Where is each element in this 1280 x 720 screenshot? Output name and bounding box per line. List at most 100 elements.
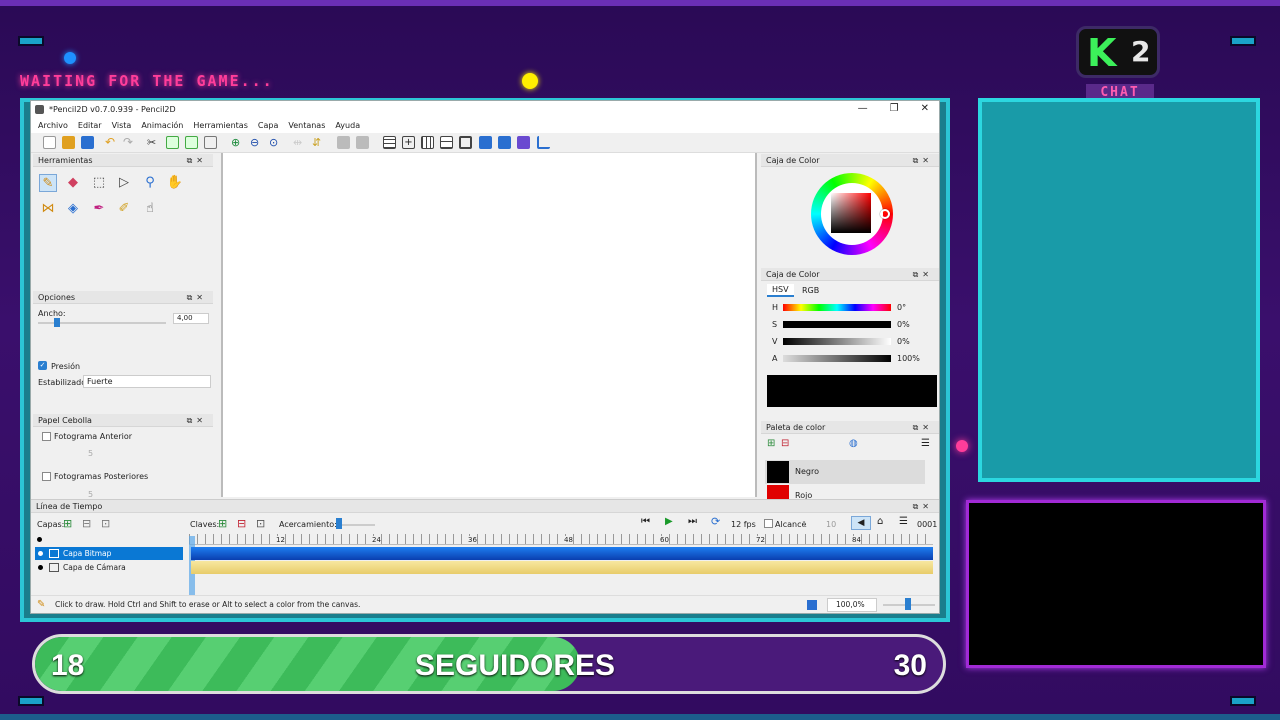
golden-ratio-icon[interactable]	[440, 136, 453, 149]
pencil-tool-icon[interactable]: ✎	[39, 174, 57, 192]
add-layer-icon[interactable]: ⊞	[63, 517, 72, 530]
zoom-slider-handle[interactable]	[905, 598, 911, 610]
next-frame-value[interactable]: 5	[88, 490, 93, 499]
menu-vista[interactable]: Vista	[112, 118, 132, 133]
width-value-field[interactable]: 4,00	[173, 313, 209, 324]
onion-skin-next-icon[interactable]	[356, 136, 369, 149]
move-tool-icon[interactable]: ▷	[115, 174, 133, 192]
polyline-tool-icon[interactable]: ⋈	[39, 200, 57, 218]
range-end[interactable]: 10	[826, 520, 836, 529]
flip-horizontal-icon[interactable]: ⇹	[293, 136, 306, 149]
sound-toggle-icon[interactable]: ◀	[851, 516, 871, 530]
palette-item[interactable]: Negro	[765, 460, 925, 484]
bitmap-layer-track[interactable]	[191, 547, 933, 560]
pressure-checkbox[interactable]: ✓	[38, 361, 47, 370]
panel-float-close-icon[interactable]: ⧉✕	[187, 414, 207, 427]
thirds-guide-icon[interactable]	[421, 136, 434, 149]
remove-layer-icon[interactable]: ⊟	[82, 517, 91, 530]
brush-tool-icon[interactable]: ✐	[115, 200, 133, 218]
layer-row[interactable]: Capa Bitmap	[35, 547, 183, 560]
layer-visibility-icon[interactable]	[38, 551, 43, 556]
mirror-vertical-icon[interactable]	[498, 136, 511, 149]
timeline-ruler[interactable]	[189, 534, 933, 545]
loop-icon[interactable]: ⟳	[711, 515, 720, 528]
mirror-icon[interactable]	[479, 136, 492, 149]
value-slider[interactable]	[783, 338, 891, 345]
panel-float-close-icon[interactable]: ⧉✕	[913, 268, 933, 281]
safe-area-icon[interactable]	[459, 136, 472, 149]
eyedropper-tool-icon[interactable]: ⚲	[141, 174, 159, 192]
bucket-tool-icon[interactable]: ◈	[64, 200, 82, 218]
duplicate-key-icon[interactable]: ⊡	[256, 517, 265, 530]
menu-editar[interactable]: Editar	[78, 118, 102, 133]
palette-menu-icon[interactable]: ☰	[921, 438, 930, 449]
panel-float-close-icon[interactable]: ⧉✕	[187, 291, 207, 304]
copy-icon[interactable]	[166, 136, 179, 149]
perspective-icon[interactable]	[537, 136, 550, 149]
next-frame-checkbox[interactable]	[42, 472, 51, 481]
onion-toggle-icon[interactable]: ⌂	[877, 516, 883, 527]
zoom-level-field[interactable]: 100,0%	[827, 598, 877, 612]
menu-archivo[interactable]: Archivo	[38, 118, 68, 133]
center-guide-icon[interactable]: +	[402, 136, 415, 149]
zoom-in-icon[interactable]: ⊕	[231, 136, 244, 149]
add-key-icon[interactable]: ⊞	[218, 517, 227, 530]
h-value[interactable]: 0°	[897, 303, 906, 312]
menu-animacion[interactable]: Animación	[141, 118, 183, 133]
close-button[interactable]: ✕	[921, 101, 929, 118]
range-start[interactable]: 1	[802, 520, 807, 529]
paste-icon[interactable]	[185, 136, 198, 149]
a-value[interactable]: 100%	[897, 354, 920, 363]
cut-icon[interactable]: ✂	[147, 136, 160, 149]
smudge-tool-icon[interactable]: ☝	[141, 200, 159, 218]
play-icon[interactable]: ▶	[665, 516, 673, 527]
layer-settings-icon[interactable]: ⊡	[101, 517, 110, 530]
timeline-zoom-handle[interactable]	[336, 518, 342, 529]
all-layers-visibility-icon[interactable]	[37, 537, 42, 542]
panel-float-close-icon[interactable]: ⧉✕	[187, 154, 207, 167]
timeline-zoom-slider[interactable]	[337, 524, 375, 526]
s-value[interactable]: 0%	[897, 320, 910, 329]
range-checkbox[interactable]	[764, 519, 773, 528]
panel-float-close-icon[interactable]: ⧉✕	[913, 421, 933, 434]
flip-vertical-icon[interactable]: ⇵	[312, 136, 325, 149]
jump-start-icon[interactable]: ⏮	[641, 516, 650, 527]
saturation-value-square[interactable]	[831, 193, 871, 233]
undo-icon[interactable]: ↶	[105, 136, 118, 149]
grid-icon[interactable]	[383, 136, 396, 149]
clear-frame-icon[interactable]	[204, 136, 217, 149]
tab-hsv[interactable]: HSV	[767, 284, 794, 297]
tab-rgb[interactable]: RGB	[797, 285, 824, 296]
pen-tool-icon[interactable]: ✒	[90, 200, 108, 218]
timeline-menu-icon[interactable]: ☰	[899, 516, 908, 527]
prev-frame-value[interactable]: 5	[88, 449, 93, 458]
alpha-slider[interactable]	[783, 355, 891, 362]
menu-ayuda[interactable]: Ayuda	[335, 118, 360, 133]
minimize-button[interactable]: —	[858, 101, 868, 118]
camera-tool-icon[interactable]	[517, 136, 530, 149]
add-color-icon[interactable]: ⊞	[767, 438, 775, 449]
width-slider-handle[interactable]	[54, 318, 60, 327]
remove-color-icon[interactable]: ⊟	[781, 438, 789, 449]
v-value[interactable]: 0%	[897, 337, 910, 346]
prev-frame-checkbox[interactable]	[42, 432, 51, 441]
panel-float-close-icon[interactable]: ⧉✕	[913, 154, 933, 167]
hue-selector-handle[interactable]	[880, 209, 890, 219]
palette-globe-icon[interactable]: ◍	[849, 438, 858, 449]
jump-end-icon[interactable]: ⏭	[688, 516, 697, 527]
fps-field[interactable]: 12 fps	[731, 520, 756, 529]
new-file-icon[interactable]	[43, 136, 56, 149]
menu-herramientas[interactable]: Herramientas	[193, 118, 248, 133]
redo-icon[interactable]: ↷	[123, 136, 136, 149]
layer-visibility-icon[interactable]	[38, 565, 43, 570]
save-status-icon[interactable]	[807, 600, 817, 610]
drawing-canvas[interactable]	[221, 153, 757, 497]
maximize-button[interactable]: ❐	[890, 101, 899, 118]
stabilizer-select[interactable]: Fuerte	[83, 375, 211, 388]
hand-tool-icon[interactable]: ✋	[166, 174, 184, 192]
open-folder-icon[interactable]	[62, 136, 75, 149]
onion-skin-icon[interactable]	[337, 136, 350, 149]
menu-capa[interactable]: Capa	[258, 118, 278, 133]
menu-ventanas[interactable]: Ventanas	[288, 118, 325, 133]
hue-slider[interactable]	[783, 304, 891, 311]
